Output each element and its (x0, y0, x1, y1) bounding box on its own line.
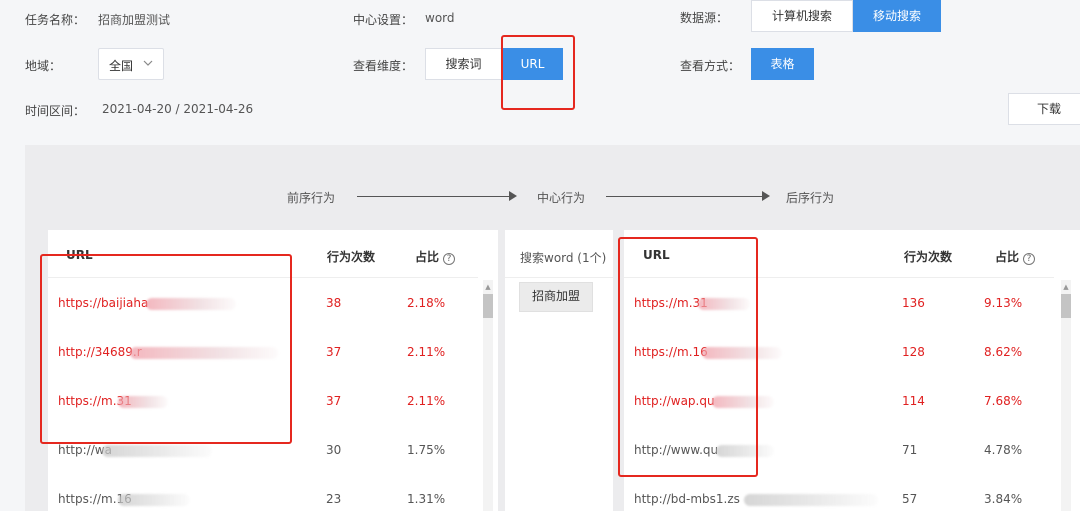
row-count: 37 (326, 394, 342, 408)
center-setting-value: word (425, 11, 455, 25)
arrow-right-icon (509, 191, 517, 201)
redacted-url-mask (744, 494, 878, 506)
row-ratio: 2.11% (407, 394, 446, 408)
center-behavior-column: 搜索word (1个) 招商加盟 (505, 230, 613, 511)
annotation-box-url-button (501, 35, 575, 110)
table-row[interactable]: http://wa 30 1.75% (48, 443, 478, 467)
center-word-tag[interactable]: 招商加盟 (519, 282, 593, 312)
center-word-header: 搜索word (1个) (520, 251, 607, 265)
flow-center-label: 中心行为 (537, 191, 586, 205)
row-ratio: 4.78% (984, 443, 1023, 457)
chevron-down-icon (143, 58, 153, 71)
row-count: 37 (326, 345, 342, 359)
scroll-up-icon[interactable]: ▲ (1061, 282, 1071, 292)
row-count: 71 (902, 443, 918, 457)
annotation-box-right-urls (618, 237, 758, 477)
row-count: 23 (326, 492, 342, 506)
row-ratio: 1.31% (407, 492, 446, 506)
annotation-box-left-urls (40, 254, 292, 444)
flow-post-label: 后序行为 (786, 191, 835, 205)
col-header-ratio: 占比? (415, 248, 456, 265)
row-ratio: 2.11% (407, 345, 446, 359)
dimension-label: 查看维度： (353, 59, 414, 73)
scrollbar-thumb[interactable] (483, 294, 493, 318)
task-name-value: 招商加盟测试 (98, 13, 171, 27)
arrow-right-icon (762, 191, 770, 201)
col-header-count[interactable]: 行为次数 (904, 248, 952, 265)
col-header-ratio-label: 占比 (995, 250, 1020, 264)
row-count: 57 (902, 492, 918, 506)
row-count: 114 (902, 394, 925, 408)
data-source-label: 数据源： (680, 11, 729, 25)
download-button[interactable]: 下载 (1008, 93, 1080, 125)
region-label: 地域： (25, 59, 62, 73)
row-ratio: 1.75% (407, 443, 446, 457)
header-divider (505, 277, 613, 278)
scroll-up-icon[interactable]: ▲ (483, 282, 493, 292)
redacted-url-mask (102, 445, 212, 457)
question-circle-icon[interactable]: ? (1023, 253, 1036, 265)
table-row[interactable]: https://m.16 23 1.31% (48, 492, 478, 511)
region-select[interactable]: 全国 (98, 48, 164, 80)
region-select-value: 全国 (109, 59, 134, 73)
source-desktop-button[interactable]: 计算机搜索 (751, 0, 853, 32)
row-count: 30 (326, 443, 342, 457)
center-setting-label: 中心设置： (353, 13, 414, 27)
row-ratio: 9.13% (984, 296, 1023, 310)
question-circle-icon[interactable]: ? (443, 253, 456, 265)
scrollbar-thumb[interactable] (1061, 294, 1071, 318)
col-header-ratio: 占比? (995, 248, 1036, 265)
redacted-url-mask (118, 494, 190, 506)
flow-line-2 (606, 196, 762, 197)
view-table-button[interactable]: 表格 (751, 48, 814, 80)
task-name-label: 任务名称： (25, 13, 86, 27)
row-url[interactable]: http://bd-mbs1.zs (634, 492, 740, 506)
table-row[interactable]: http://bd-mbs1.zs 57 3.84% (624, 492, 1054, 511)
col-header-ratio-label: 占比 (415, 250, 440, 264)
col-header-count[interactable]: 行为次数 (327, 248, 375, 265)
view-mode-label: 查看方式： (680, 59, 741, 73)
flow-line-1 (357, 196, 509, 197)
row-ratio: 3.84% (984, 492, 1023, 506)
source-mobile-button[interactable]: 移动搜索 (853, 0, 941, 32)
row-ratio: 2.18% (407, 296, 446, 310)
time-range-value: 2021-04-20 / 2021-04-26 (102, 102, 254, 116)
row-count: 136 (902, 296, 925, 310)
row-ratio: 8.62% (984, 345, 1023, 359)
flow-pre-label: 前序行为 (287, 191, 336, 205)
row-count: 38 (326, 296, 342, 310)
dimension-keyword-button[interactable]: 搜索词 (425, 48, 502, 80)
row-ratio: 7.68% (984, 394, 1023, 408)
time-range-label: 时间区间： (25, 104, 86, 118)
row-count: 128 (902, 345, 925, 359)
